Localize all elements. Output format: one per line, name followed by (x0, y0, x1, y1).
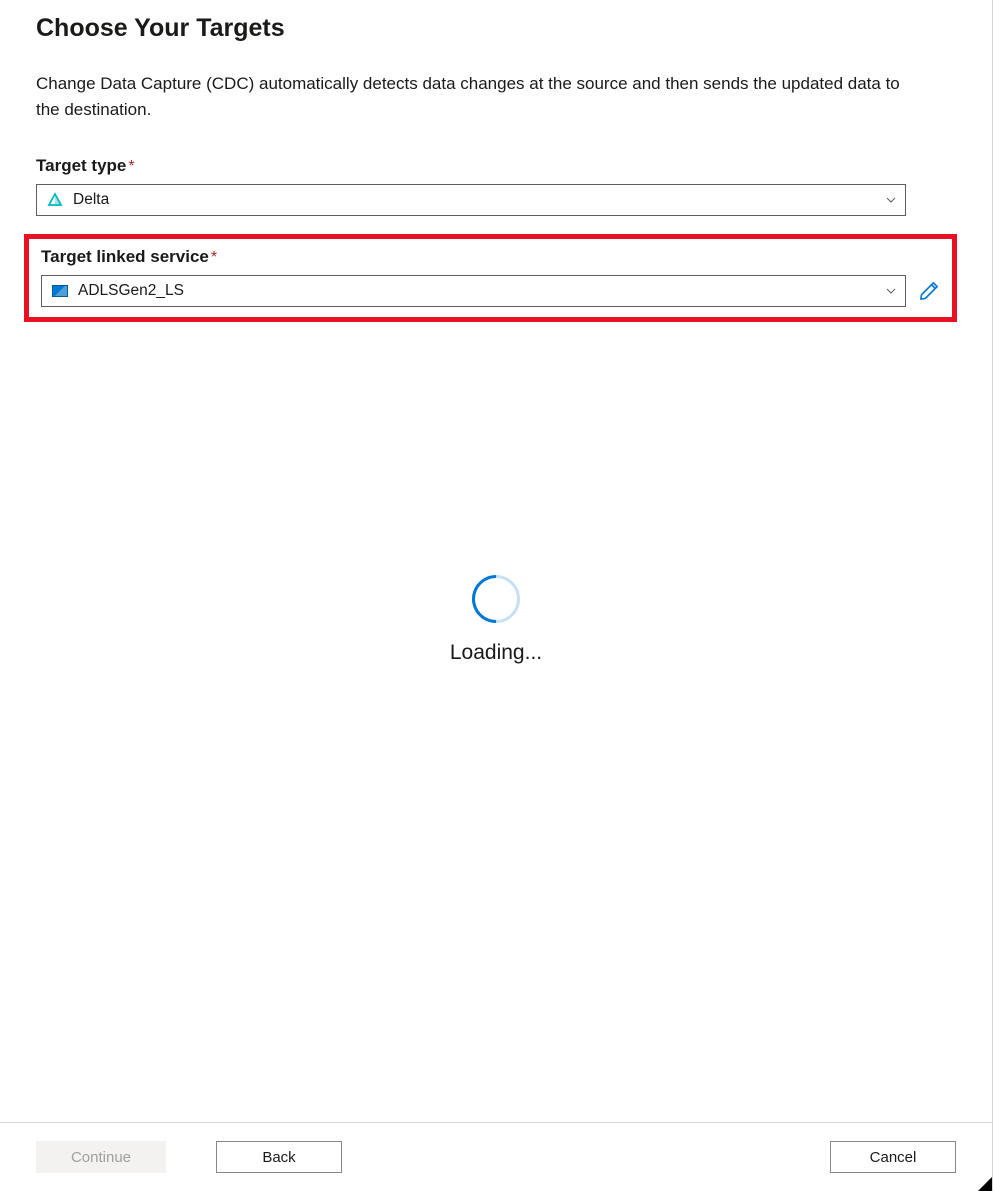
target-type-field: Target type* Delta (36, 156, 956, 216)
target-type-dropdown[interactable]: Delta (36, 184, 906, 216)
storage-icon (52, 283, 68, 299)
loading-indicator: Loading... (0, 575, 992, 665)
chevron-down-icon (885, 194, 897, 206)
target-linked-service-field: Target linked service* ADLSGen2_LS (41, 247, 940, 307)
required-asterisk: * (211, 249, 217, 266)
delta-icon (47, 192, 63, 208)
target-linked-service-value: ADLSGen2_LS (78, 282, 885, 300)
highlighted-section: Target linked service* ADLSGen2_LS (24, 234, 957, 322)
footer-bar: Continue Back Cancel (0, 1122, 992, 1191)
edit-button[interactable] (918, 280, 940, 302)
spinner-icon (472, 575, 520, 623)
target-linked-service-dropdown[interactable]: ADLSGen2_LS (41, 275, 906, 307)
corner-decoration (978, 1177, 992, 1191)
target-linked-service-label: Target linked service (41, 247, 209, 267)
back-button[interactable]: Back (216, 1141, 342, 1173)
page-title: Choose Your Targets (36, 14, 956, 43)
required-asterisk: * (128, 158, 134, 175)
continue-button: Continue (36, 1141, 166, 1173)
target-type-value: Delta (73, 191, 885, 209)
page-description: Change Data Capture (CDC) automatically … (36, 71, 916, 122)
loading-text: Loading... (450, 641, 542, 665)
pencil-icon (919, 281, 939, 301)
chevron-down-icon (885, 285, 897, 297)
target-type-label: Target type (36, 156, 126, 176)
cancel-button[interactable]: Cancel (830, 1141, 956, 1173)
